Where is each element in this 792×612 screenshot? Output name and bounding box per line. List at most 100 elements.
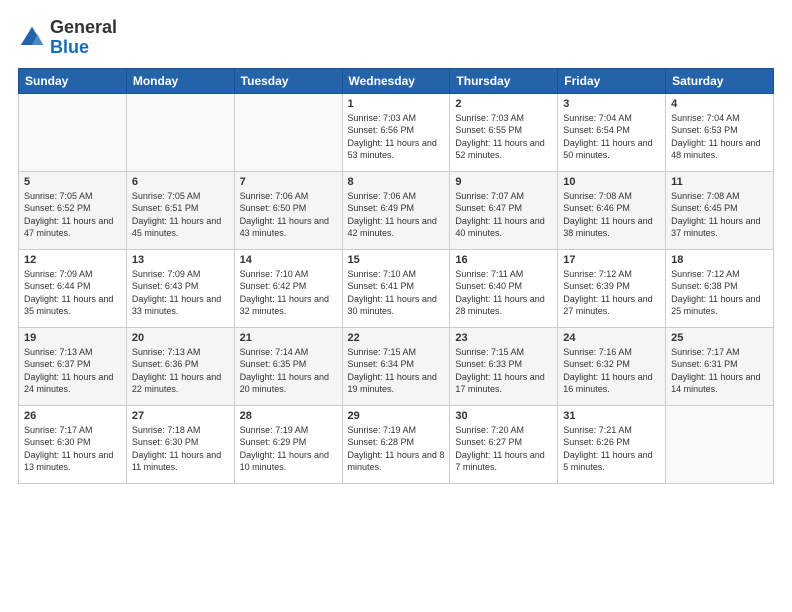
day-info: Sunrise: 7:06 AM Sunset: 6:50 PM Dayligh… [240, 190, 337, 240]
day-number: 13 [132, 254, 229, 266]
calendar-cell: 20 Sunrise: 7:13 AM Sunset: 6:36 PM Dayli… [126, 327, 234, 405]
day-info: Sunrise: 7:03 AM Sunset: 6:56 PM Dayligh… [348, 112, 445, 162]
day-info: Sunrise: 7:12 AM Sunset: 6:39 PM Dayligh… [563, 268, 660, 318]
calendar-cell: 9 Sunrise: 7:07 AM Sunset: 6:47 PM Daylig… [450, 171, 558, 249]
week-row-5: 26 Sunrise: 7:17 AM Sunset: 6:30 PM Dayli… [19, 405, 774, 483]
day-info: Sunrise: 7:09 AM Sunset: 6:44 PM Dayligh… [24, 268, 121, 318]
day-number: 14 [240, 254, 337, 266]
weekday-header-tuesday: Tuesday [234, 68, 342, 93]
logo-icon [18, 24, 46, 52]
weekday-header-saturday: Saturday [666, 68, 774, 93]
day-info: Sunrise: 7:11 AM Sunset: 6:40 PM Dayligh… [455, 268, 552, 318]
calendar-cell: 26 Sunrise: 7:17 AM Sunset: 6:30 PM Dayli… [19, 405, 127, 483]
week-row-3: 12 Sunrise: 7:09 AM Sunset: 6:44 PM Dayli… [19, 249, 774, 327]
calendar-cell: 25Sunrise: 7:17 AM Sunset: 6:31 PM Dayli… [666, 327, 774, 405]
weekday-header-friday: Friday [558, 68, 666, 93]
page: General Blue SundayMondayTuesdayWednesda… [0, 0, 792, 612]
day-info: Sunrise: 7:08 AM Sunset: 6:45 PM Dayligh… [671, 190, 768, 240]
calendar-cell: 14 Sunrise: 7:10 AM Sunset: 6:42 PM Dayli… [234, 249, 342, 327]
day-info: Sunrise: 7:10 AM Sunset: 6:41 PM Dayligh… [348, 268, 445, 318]
calendar-cell: 17Sunrise: 7:12 AM Sunset: 6:39 PM Dayli… [558, 249, 666, 327]
day-number: 3 [563, 98, 660, 110]
logo: General Blue [18, 18, 117, 58]
day-info: Sunrise: 7:15 AM Sunset: 6:34 PM Dayligh… [348, 346, 445, 396]
day-number: 6 [132, 176, 229, 188]
week-row-2: 5 Sunrise: 7:05 AM Sunset: 6:52 PM Daylig… [19, 171, 774, 249]
day-info: Sunrise: 7:18 AM Sunset: 6:30 PM Dayligh… [132, 424, 229, 474]
day-number: 5 [24, 176, 121, 188]
day-number: 31 [563, 410, 660, 422]
day-number: 20 [132, 332, 229, 344]
calendar-cell: 7 Sunrise: 7:06 AM Sunset: 6:50 PM Daylig… [234, 171, 342, 249]
day-info: Sunrise: 7:10 AM Sunset: 6:42 PM Dayligh… [240, 268, 337, 318]
calendar-cell [234, 93, 342, 171]
day-number: 25 [671, 332, 768, 344]
day-number: 29 [348, 410, 445, 422]
calendar-cell: 6 Sunrise: 7:05 AM Sunset: 6:51 PM Daylig… [126, 171, 234, 249]
day-info: Sunrise: 7:13 AM Sunset: 6:36 PM Dayligh… [132, 346, 229, 396]
calendar-cell: 31Sunrise: 7:21 AM Sunset: 6:26 PM Dayli… [558, 405, 666, 483]
logo-text: General Blue [50, 18, 117, 58]
calendar-cell: 2 Sunrise: 7:03 AM Sunset: 6:55 PM Daylig… [450, 93, 558, 171]
day-info: Sunrise: 7:04 AM Sunset: 6:54 PM Dayligh… [563, 112, 660, 162]
calendar-cell [19, 93, 127, 171]
week-row-1: 1Sunrise: 7:03 AM Sunset: 6:56 PM Daylig… [19, 93, 774, 171]
day-info: Sunrise: 7:05 AM Sunset: 6:51 PM Dayligh… [132, 190, 229, 240]
day-info: Sunrise: 7:17 AM Sunset: 6:30 PM Dayligh… [24, 424, 121, 474]
calendar-cell: 28 Sunrise: 7:19 AM Sunset: 6:29 PM Dayli… [234, 405, 342, 483]
day-info: Sunrise: 7:03 AM Sunset: 6:55 PM Dayligh… [455, 112, 552, 162]
day-info: Sunrise: 7:19 AM Sunset: 6:29 PM Dayligh… [240, 424, 337, 474]
day-number: 8 [348, 176, 445, 188]
weekday-header-monday: Monday [126, 68, 234, 93]
day-info: Sunrise: 7:04 AM Sunset: 6:53 PM Dayligh… [671, 112, 768, 162]
day-number: 11 [671, 176, 768, 188]
day-number: 12 [24, 254, 121, 266]
calendar-cell [666, 405, 774, 483]
calendar-cell: 5 Sunrise: 7:05 AM Sunset: 6:52 PM Daylig… [19, 171, 127, 249]
day-number: 26 [24, 410, 121, 422]
calendar-cell: 29 Sunrise: 7:19 AM Sunset: 6:28 PM Dayli… [342, 405, 450, 483]
calendar-cell: 1Sunrise: 7:03 AM Sunset: 6:56 PM Daylig… [342, 93, 450, 171]
day-info: Sunrise: 7:09 AM Sunset: 6:43 PM Dayligh… [132, 268, 229, 318]
weekday-header-sunday: Sunday [19, 68, 127, 93]
day-number: 27 [132, 410, 229, 422]
weekday-header-row: SundayMondayTuesdayWednesdayThursdayFrid… [19, 68, 774, 93]
day-info: Sunrise: 7:07 AM Sunset: 6:47 PM Dayligh… [455, 190, 552, 240]
day-info: Sunrise: 7:19 AM Sunset: 6:28 PM Dayligh… [348, 424, 445, 474]
calendar-cell: 12 Sunrise: 7:09 AM Sunset: 6:44 PM Dayli… [19, 249, 127, 327]
calendar-cell: 10 Sunrise: 7:08 AM Sunset: 6:46 PM Dayli… [558, 171, 666, 249]
day-number: 23 [455, 332, 552, 344]
calendar-table: SundayMondayTuesdayWednesdayThursdayFrid… [18, 68, 774, 484]
header: General Blue [18, 18, 774, 58]
day-info: Sunrise: 7:08 AM Sunset: 6:46 PM Dayligh… [563, 190, 660, 240]
day-number: 28 [240, 410, 337, 422]
day-info: Sunrise: 7:05 AM Sunset: 6:52 PM Dayligh… [24, 190, 121, 240]
weekday-header-wednesday: Wednesday [342, 68, 450, 93]
calendar-cell: 15 Sunrise: 7:10 AM Sunset: 6:41 PM Dayli… [342, 249, 450, 327]
day-info: Sunrise: 7:16 AM Sunset: 6:32 PM Dayligh… [563, 346, 660, 396]
day-info: Sunrise: 7:13 AM Sunset: 6:37 PM Dayligh… [24, 346, 121, 396]
day-number: 2 [455, 98, 552, 110]
calendar-cell: 18Sunrise: 7:12 AM Sunset: 6:38 PM Dayli… [666, 249, 774, 327]
week-row-4: 19 Sunrise: 7:13 AM Sunset: 6:37 PM Dayli… [19, 327, 774, 405]
weekday-header-thursday: Thursday [450, 68, 558, 93]
day-info: Sunrise: 7:15 AM Sunset: 6:33 PM Dayligh… [455, 346, 552, 396]
day-number: 22 [348, 332, 445, 344]
day-number: 24 [563, 332, 660, 344]
calendar-cell: 3 Sunrise: 7:04 AM Sunset: 6:54 PM Daylig… [558, 93, 666, 171]
calendar-cell: 22 Sunrise: 7:15 AM Sunset: 6:34 PM Dayli… [342, 327, 450, 405]
day-number: 9 [455, 176, 552, 188]
calendar-cell: 8 Sunrise: 7:06 AM Sunset: 6:49 PM Daylig… [342, 171, 450, 249]
calendar-cell: 24 Sunrise: 7:16 AM Sunset: 6:32 PM Dayli… [558, 327, 666, 405]
day-number: 7 [240, 176, 337, 188]
day-number: 10 [563, 176, 660, 188]
calendar-cell: 21Sunrise: 7:14 AM Sunset: 6:35 PM Dayli… [234, 327, 342, 405]
day-number: 21 [240, 332, 337, 344]
day-number: 15 [348, 254, 445, 266]
calendar-cell: 19 Sunrise: 7:13 AM Sunset: 6:37 PM Dayli… [19, 327, 127, 405]
day-number: 19 [24, 332, 121, 344]
calendar-cell: 23 Sunrise: 7:15 AM Sunset: 6:33 PM Dayli… [450, 327, 558, 405]
calendar-cell: 13 Sunrise: 7:09 AM Sunset: 6:43 PM Dayli… [126, 249, 234, 327]
calendar-cell [126, 93, 234, 171]
day-info: Sunrise: 7:06 AM Sunset: 6:49 PM Dayligh… [348, 190, 445, 240]
